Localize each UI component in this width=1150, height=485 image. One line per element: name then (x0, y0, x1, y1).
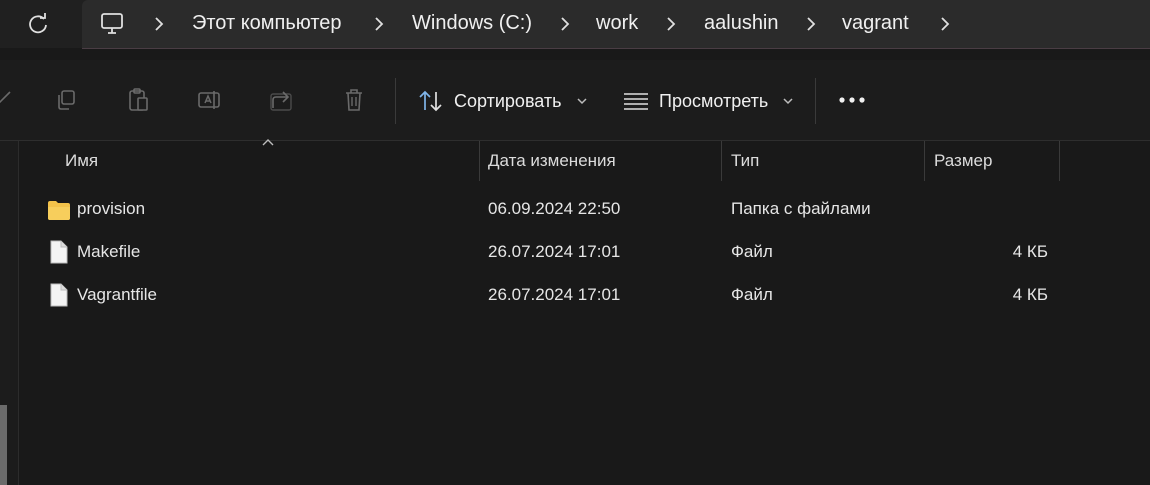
chevron-right-icon[interactable] (152, 14, 166, 34)
view-button[interactable]: Просмотреть (623, 86, 794, 116)
file-date: 06.09.2024 22:50 (488, 199, 621, 218)
scrollbar-thumb[interactable] (0, 405, 7, 485)
column-divider[interactable] (721, 141, 722, 181)
copy-button[interactable] (52, 86, 80, 114)
chevron-down-icon (577, 98, 587, 105)
chevron-right-icon[interactable] (938, 14, 952, 34)
delete-button[interactable] (340, 86, 368, 114)
breadcrumb-this-pc[interactable]: Этот компьютер (192, 12, 342, 35)
command-bar: Сортировать Просмотреть (0, 60, 1150, 141)
refresh-button[interactable] (22, 8, 54, 40)
file-icon (50, 283, 68, 307)
file-type: Файл (731, 242, 773, 261)
sort-label: Сортировать (454, 90, 562, 111)
refresh-icon (29, 13, 47, 34)
toolbar-divider (395, 78, 396, 124)
breadcrumb-work[interactable]: work (596, 12, 638, 35)
sort-icon (419, 90, 442, 112)
view-list-icon (624, 93, 648, 110)
folder-icon (48, 201, 70, 220)
breadcrumb-drive-c[interactable]: Windows (C:) (412, 12, 532, 35)
column-divider[interactable] (1059, 141, 1060, 181)
title-bar: Этот компьютер Windows (C:) work aalushi… (0, 0, 1150, 49)
chevron-right-icon[interactable] (664, 14, 678, 34)
chevron-right-icon[interactable] (804, 14, 818, 34)
cut-button[interactable] (0, 86, 16, 114)
column-header-name[interactable]: Имя (65, 151, 98, 171)
share-button[interactable] (268, 86, 296, 114)
file-type: Файл (731, 285, 773, 304)
file-row[interactable]: Vagrantfile 26.07.2024 17:01 Файл 4 КБ (18, 276, 1150, 316)
breadcrumb-aalushin[interactable]: aalushin (704, 12, 779, 35)
more-options-button[interactable] (836, 84, 868, 116)
breadcrumb-vagrant[interactable]: vagrant (842, 12, 909, 35)
toolbar-divider (815, 78, 816, 124)
file-row[interactable]: Makefile 26.07.2024 17:01 Файл 4 КБ (18, 233, 1150, 273)
chevron-right-icon[interactable] (558, 14, 572, 34)
view-label: Просмотреть (659, 90, 769, 111)
share-icon (270, 91, 292, 111)
clipboard-icon (129, 88, 148, 111)
rename-button[interactable] (196, 86, 224, 114)
file-size: 4 КБ (1012, 285, 1048, 304)
this-pc-icon[interactable] (100, 12, 126, 41)
column-divider[interactable] (924, 141, 925, 181)
file-date: 26.07.2024 17:01 (488, 285, 621, 304)
column-divider[interactable] (479, 141, 480, 181)
column-header-row: Имя Дата изменения Тип Размер (18, 141, 1150, 181)
file-type: Папка с файлами (731, 199, 871, 218)
sort-button[interactable]: Сортировать (418, 86, 588, 116)
file-date: 26.07.2024 17:01 (488, 242, 621, 261)
scissors-icon (0, 91, 11, 104)
chevron-right-icon[interactable] (372, 14, 386, 34)
file-name: provision (77, 199, 146, 218)
ellipsis-icon (839, 97, 865, 103)
file-row[interactable]: provision 06.09.2024 22:50 Папка с файла… (18, 190, 1150, 230)
address-bar[interactable]: Этот компьютер Windows (C:) work aalushi… (82, 0, 1150, 49)
trash-icon (346, 89, 362, 111)
file-name: Vagrantfile (77, 285, 158, 304)
file-name: Makefile (77, 242, 141, 261)
file-icon (50, 240, 68, 264)
paste-button[interactable] (124, 86, 152, 114)
column-header-type[interactable]: Тип (731, 151, 759, 171)
column-header-date[interactable]: Дата изменения (488, 151, 616, 171)
chevron-down-icon (783, 98, 793, 105)
file-size: 4 КБ (1012, 242, 1048, 261)
column-header-size[interactable]: Размер (934, 151, 992, 171)
rename-icon (198, 91, 220, 109)
copy-icon (58, 90, 75, 110)
